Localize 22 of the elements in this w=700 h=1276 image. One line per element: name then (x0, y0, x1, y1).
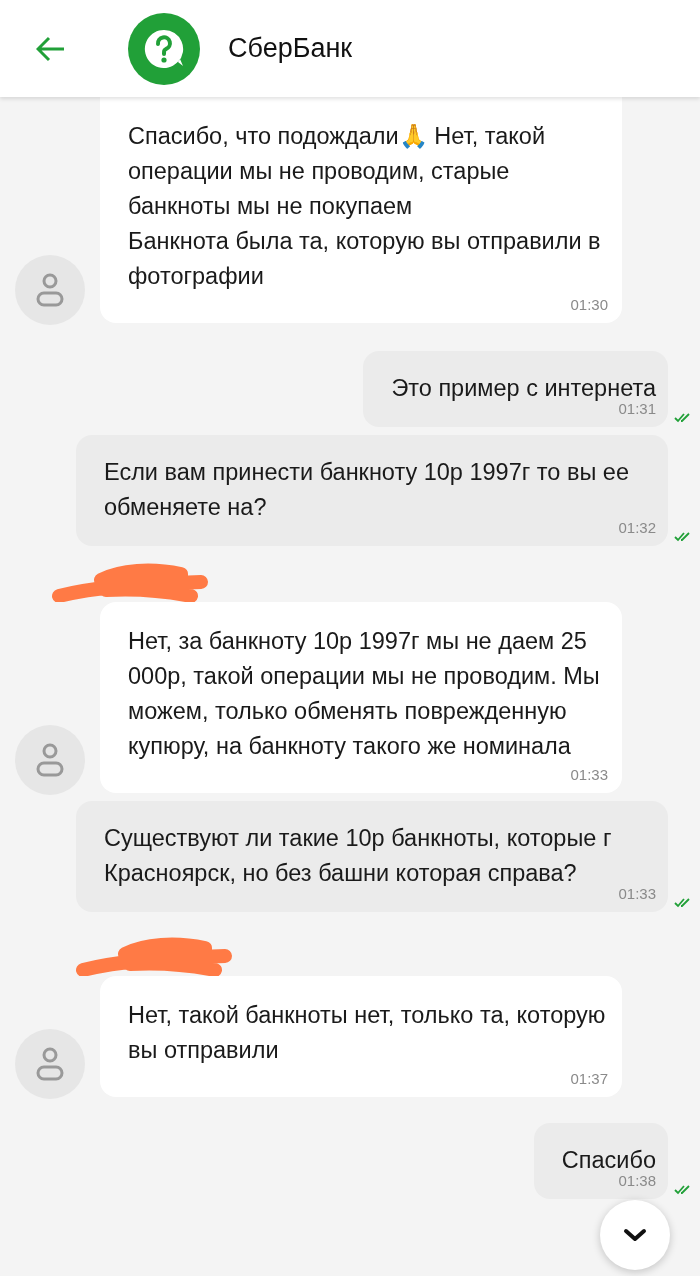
person-icon (35, 742, 65, 778)
chevron-down-icon (623, 1228, 647, 1242)
message-text: Спасибо, что подождали🙏 Нет, такой операции мы не проводим, старые банкноты мы не покупаем Банкнота была та, которую вы отправили в фотографии (128, 122, 602, 291)
person-icon (35, 272, 65, 308)
message-text: Это пример с интернета (391, 374, 656, 403)
message-time: 01:33 (618, 885, 656, 902)
message-text: Нет, такой банкноты нет, только та, которую вы отправили (128, 1001, 607, 1065)
message-text: Если вам принести банкноту 10р 1997г то вы ее обменяете на? (104, 458, 630, 522)
person-icon (35, 1046, 65, 1082)
message-text: Нет, за банкноту 10р 1997г мы не даем 25 000р, такой операции мы не проводим. Мы можем, только обменять поврежденную купюру, на банкноту такого же номинала (128, 627, 601, 761)
message-time: 01:37 (570, 1070, 608, 1087)
message-time: 01:30 (570, 296, 608, 313)
message-time: 01:31 (618, 400, 656, 417)
message-text: Спасибо (561, 1146, 656, 1175)
message-time: 01:33 (570, 766, 608, 783)
chat-logo-icon (128, 12, 200, 85)
back-arrow-icon[interactable] (36, 35, 66, 62)
message-text: Существуют ли такие 10р банкноты, которые г Красноярск, но без башни которая справа? (104, 824, 613, 888)
chat-title: СберБанк (228, 33, 353, 64)
scroll-down-button[interactable] (600, 1200, 670, 1270)
message-time: 01:32 (618, 519, 656, 536)
message-time: 01:38 (618, 1172, 656, 1189)
